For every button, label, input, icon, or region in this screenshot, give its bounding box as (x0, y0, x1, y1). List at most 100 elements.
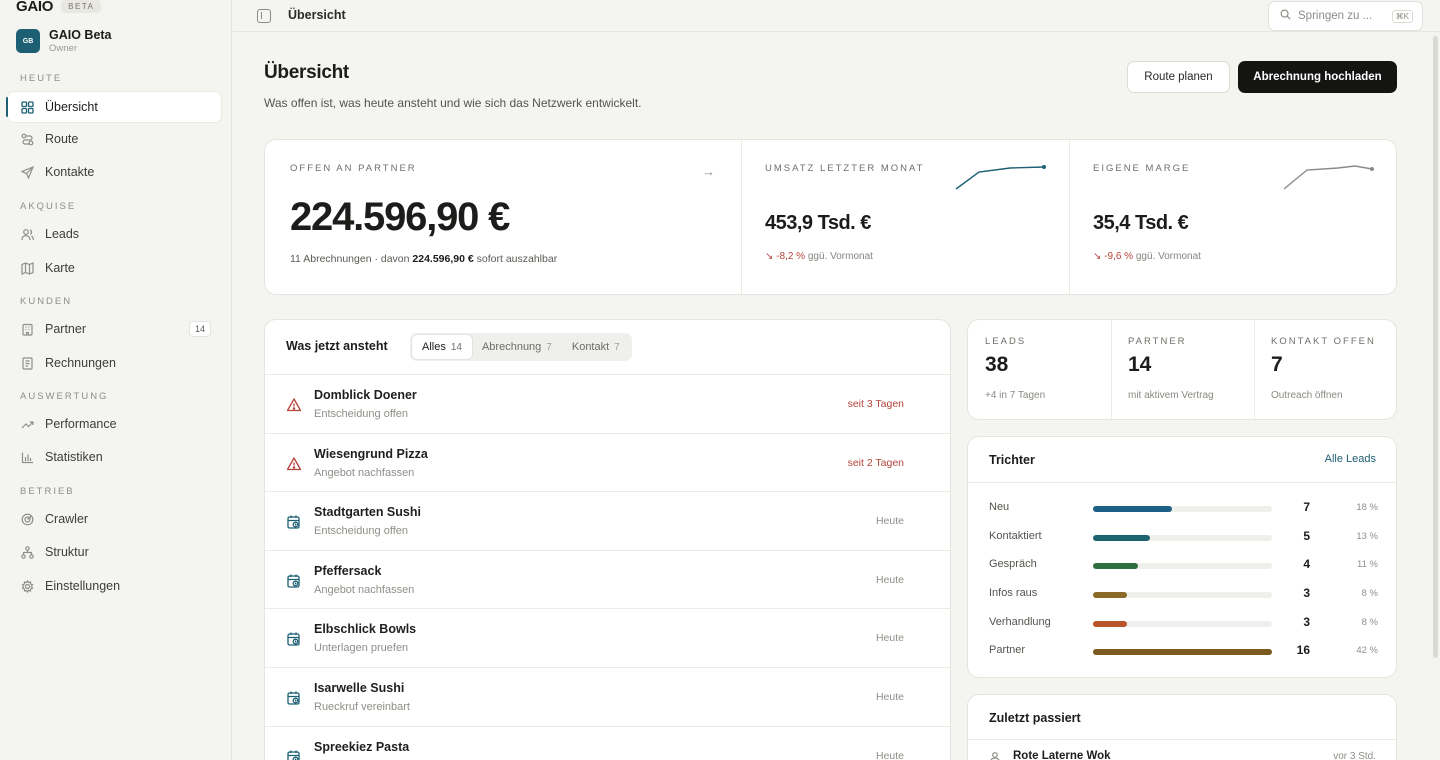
breadcrumb: Übersicht (288, 8, 346, 22)
sidebar-item-kontakte[interactable]: Kontakte (8, 157, 221, 187)
funnel-row[interactable]: Verhandlung 3 8 % (968, 613, 1398, 633)
nav-section-auswertung: AUSWERTUNG (20, 391, 109, 402)
sidebar-item-leads[interactable]: Leads (8, 219, 221, 249)
kpi-revenue-delta-value: -8,2 % (776, 251, 806, 262)
stat-partner[interactable]: PARTNER 14 mit aktivem Vertrag (1111, 320, 1254, 421)
page-subtitle: Was offen ist, was heute ansteht und wie… (264, 96, 642, 110)
tab-count: 7 (546, 341, 552, 353)
calendar-clock-icon (286, 690, 302, 706)
grid-icon (20, 100, 34, 114)
funnel-stage-pct: 18 % (1356, 502, 1378, 513)
org-switcher[interactable]: GB GAIO Beta Owner (16, 28, 112, 54)
sidebar-item-crawler[interactable]: Crawler (8, 504, 221, 534)
task-row[interactable]: Wiesengrund Pizza Angebot nachfassen seit … (265, 434, 950, 493)
kpi-revenue-label: UMSATZ LETZTER MONAT (765, 163, 925, 174)
funnel-stage-count: 3 (1303, 615, 1310, 629)
calendar-clock-icon (286, 573, 302, 589)
route-planen-button[interactable]: Route planen (1127, 61, 1230, 93)
stat-sub: mit aktivem Vertrag (1128, 390, 1214, 401)
task-list: Domblick Doener Entscheidung offen seit 3 … (265, 375, 950, 760)
sidebar-item-label: Statistiken (45, 450, 103, 464)
sidebar-item-rechnungen[interactable]: Rechnungen (8, 348, 221, 378)
funnel-row[interactable]: Neu 7 18 % (968, 498, 1398, 518)
stat-kontakt-offen[interactable]: KONTAKT OFFEN 7 Outreach öffnen (1254, 320, 1397, 421)
task-when: Heute (875, 515, 904, 528)
recent-item-time: vor 3 Std. (1333, 751, 1376, 760)
tab-abrechnung[interactable]: Abrechnung 7 (472, 335, 562, 359)
funnel-stage-pct: 42 % (1356, 645, 1378, 656)
funnel-row[interactable]: Kontaktiert 5 13 % (968, 527, 1398, 547)
task-row[interactable]: Isarwelle Sushi Rueckruf vereinbart Heute (265, 668, 950, 727)
stat-leads[interactable]: LEADS 38 +4 in 7 Tagen (968, 320, 1111, 421)
sidebar-item-performance[interactable]: Performance (8, 409, 221, 439)
sidebar-item-label: Performance (45, 417, 117, 431)
kpi-card: OFFEN AN PARTNER → 224.596,90 € 11 Abrec… (264, 139, 1397, 296)
tab-label: Alles (422, 341, 446, 353)
sidebar-item-partner[interactable]: Partner 14 (8, 314, 221, 344)
sidebar-item-uebersicht[interactable]: Übersicht (6, 92, 221, 122)
task-row[interactable]: Spreekiez Pasta Heute (265, 727, 950, 760)
alle-leads-link[interactable]: Alle Leads (1325, 453, 1376, 465)
task-filter-tabs: Alles 14 Abrechnung 7 Kontakt 7 (410, 333, 632, 361)
sidebar-item-einstellungen[interactable]: Einstellungen (8, 571, 221, 601)
sidebar-item-struktur[interactable]: Struktur (8, 537, 221, 567)
recent-item[interactable]: Rote Laterne Wok vor 3 Std. (968, 740, 1396, 760)
sidebar-item-statistiken[interactable]: Statistiken (8, 442, 221, 472)
funnel-stage-count: 3 (1303, 586, 1310, 600)
kpi-margin-delta-value: -9,6 % (1104, 251, 1134, 262)
sidebar-item-karte[interactable]: Karte (8, 253, 221, 283)
nav-section-akquise: AKQUISE (20, 201, 77, 212)
recent-item-name: Rote Laterne Wok (1013, 750, 1111, 760)
tab-kontakt[interactable]: Kontakt 7 (562, 335, 630, 359)
tab-label: Abrechnung (481, 341, 542, 353)
kpi-open-value: 224.596,90 € (290, 195, 510, 239)
funnel-bar-track (1093, 506, 1272, 512)
margin-sparkline (1283, 165, 1374, 190)
task-row[interactable]: Stadtgarten Sushi Entscheidung offen Heute (265, 492, 950, 551)
arrow-right-icon[interactable]: → (702, 164, 715, 179)
sidebar-item-label: Einstellungen (45, 579, 121, 593)
tab-label: Kontakt (571, 341, 610, 353)
funnel-row[interactable]: Partner 16 42 % (968, 641, 1398, 661)
scrollbar[interactable] (1433, 36, 1438, 658)
kpi-margin-delta-suffix: ggü. Vormonat (1135, 251, 1201, 262)
task-row[interactable]: Domblick Doener Entscheidung offen seit 3 … (265, 375, 950, 434)
shortcut-hint: ⌘K (1391, 10, 1413, 23)
nav-section-heute: HEUTE (20, 73, 63, 84)
funnel-bar-track (1093, 621, 1272, 627)
recent-activity-card: Zuletzt passiert Rote Laterne Wok vor 3 … (967, 694, 1397, 760)
brand[interactable]: GAIO BETA (16, 0, 102, 15)
sidebar-toggle-icon[interactable] (257, 9, 271, 23)
stat-label: LEADS (985, 336, 1027, 347)
task-when: seit 2 Tagen (847, 456, 904, 469)
funnel-row[interactable]: Infos raus 3 8 % (968, 584, 1398, 604)
sidebar-item-label: Leads (45, 227, 80, 241)
sidebar-item-label: Partner (45, 322, 86, 336)
sidebar-item-route[interactable]: Route (8, 124, 221, 154)
task-row[interactable]: Elbschlick Bowls Unterlagen pruefen Heute (265, 609, 950, 668)
funnel-bar-fill (1093, 621, 1127, 627)
task-row[interactable]: Pfeffersack Angebot nachfassen Heute (265, 551, 950, 610)
funnel-stage-pct: 8 % (1361, 617, 1378, 628)
recent-header: Zuletzt passiert (968, 695, 1396, 740)
funnel-stage-pct: 13 % (1356, 531, 1378, 542)
funnel-row[interactable]: Gespräch 4 11 % (968, 555, 1398, 575)
tab-alles[interactable]: Alles 14 (412, 335, 472, 359)
kpi-open-meta-suffix: sofort auszahlbar (476, 253, 558, 265)
beta-badge: BETA (61, 0, 102, 13)
tab-count: 7 (614, 341, 620, 353)
stat-sub: +4 in 7 Tagen (985, 390, 1046, 401)
funnel-stage-label: Partner (989, 644, 1026, 656)
funnel-stage-label: Infos raus (989, 587, 1038, 599)
route-icon (20, 132, 34, 146)
search-input[interactable]: Springen zu ... ⌘K (1268, 1, 1423, 31)
funnel-stage-pct: 11 % (1357, 559, 1378, 570)
brand-name: GAIO (16, 0, 54, 15)
funnel-bar-fill (1093, 506, 1172, 512)
kpi-revenue-delta-suffix: ggü. Vormonat (807, 251, 873, 262)
funnel-stage-label: Neu (989, 501, 1010, 513)
abrechnung-hochladen-button[interactable]: Abrechnung hochladen (1238, 61, 1397, 93)
radar-icon (20, 512, 34, 526)
task-name: Stadtgarten Sushi (314, 505, 421, 520)
tab-count: 14 (450, 341, 462, 353)
